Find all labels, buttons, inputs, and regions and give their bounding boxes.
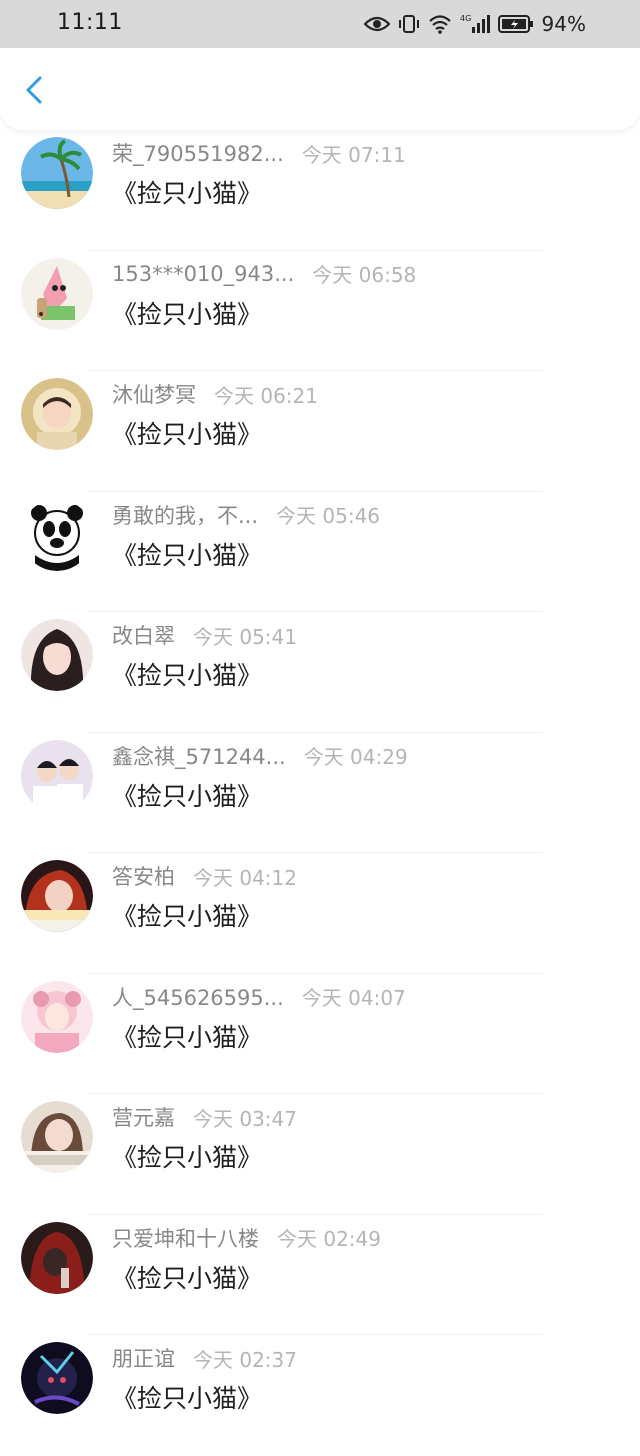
list-item[interactable]: 荣_790551982... 今天 07:11 《捡只小猫》 [0,130,640,251]
item-meta: 只爱坤和十八楼 今天 02:49 [112,1223,381,1253]
message-text: 《捡只小猫》 [112,540,263,570]
avatar[interactable] [21,1221,93,1294]
timestamp: 今天 03:47 [193,1106,297,1131]
avatar[interactable] [21,1342,93,1414]
item-meta: 营元嘉 今天 03:47 [112,1102,297,1132]
message-text: 《捡只小猫》 [112,1143,263,1172]
avatar[interactable] [21,619,93,691]
message-text: 《捡只小猫》 [112,299,263,329]
username[interactable]: 荣_790551982... [112,138,284,168]
item-meta: 沐仙梦冥 今天 06:21 [112,379,318,409]
avatar[interactable] [21,498,93,571]
item-meta: 人_545626595... 今天 04:07 [112,982,406,1012]
username[interactable]: 勇敢的我，不... [112,500,258,530]
username[interactable]: 答安柏 [112,861,175,891]
username[interactable]: 朋正谊 [112,1343,175,1373]
message-text: 《捡只小猫》 [112,1384,263,1413]
timestamp: 今天 02:49 [277,1227,381,1251]
svg-text:4G: 4G [460,14,471,23]
list-item[interactable]: 153***010_943... 今天 06:58 《捡只小猫》 [0,251,640,371]
timestamp: 今天 07:11 [301,142,406,167]
avatar[interactable] [21,137,93,209]
avatar[interactable] [21,739,93,812]
message-text: 《捡只小猫》 [112,661,263,690]
wifi-icon [428,14,452,34]
list-item[interactable]: 朋正谊 今天 02:37 《捡只小猫》 [0,1335,640,1456]
timestamp: 今天 05:41 [193,624,297,649]
item-meta: 朋正谊 今天 02:37 [112,1343,297,1373]
list-item[interactable]: 答安柏 今天 04:12 《捡只小猫》 [0,853,640,974]
cellular-signal-icon: 4G [460,13,490,35]
message-text: 《捡只小猫》 [112,420,263,449]
list-item[interactable]: 营元嘉 今天 03:47 《捡只小猫》 [0,1094,640,1215]
list-item[interactable]: 鑫念祺_571244... 今天 04:29 《捡只小猫》 [0,733,640,853]
eye-icon [363,15,390,33]
list-item[interactable]: 只爱坤和十八楼 今天 02:49 《捡只小猫》 [0,1215,640,1335]
message-text: 《捡只小猫》 [112,1022,263,1052]
item-meta: 荣_790551982... 今天 07:11 [112,138,406,168]
item-meta: 鑫念祺_571244... 今天 04:29 [112,741,408,771]
timestamp: 今天 05:46 [276,504,381,528]
back-button[interactable] [16,72,52,108]
message-text: 《捡只小猫》 [112,1263,263,1293]
avatar[interactable] [21,980,93,1053]
battery-percent: 94% [541,12,586,36]
item-meta: 答安柏 今天 04:12 [112,861,297,891]
username[interactable]: 人_545626595... [112,982,284,1012]
status-time: 11:11 [57,10,123,35]
status-icons: 4G 94% [363,10,586,38]
avatar[interactable] [21,378,93,450]
username[interactable]: 改白翠 [112,620,175,650]
timestamp: 今天 04:12 [193,865,297,890]
avatar[interactable] [21,860,93,932]
list-item[interactable]: 沐仙梦冥 今天 06:21 《捡只小猫》 [0,371,640,492]
message-text: 《捡只小猫》 [112,781,263,811]
battery-icon [497,14,534,34]
message-text: 《捡只小猫》 [112,902,263,931]
list-item[interactable]: 人_545626595... 今天 04:07 《捡只小猫》 [0,974,640,1094]
username[interactable]: 沐仙梦冥 [112,379,196,409]
username[interactable]: 只爱坤和十八楼 [112,1223,259,1253]
avatar[interactable] [21,1101,93,1173]
avatar[interactable] [21,257,93,330]
list-item[interactable]: 勇敢的我，不... 今天 05:46 《捡只小猫》 [0,492,640,612]
item-meta: 153***010_943... 今天 06:58 [112,259,416,289]
message-list: 荣_790551982... 今天 07:11 《捡只小猫》 153***010_94… [0,130,640,1456]
timestamp: 今天 06:58 [312,263,417,287]
status-bar: 11:11 4G 94% [0,0,640,48]
item-meta: 勇敢的我，不... 今天 05:46 [112,500,380,530]
vibrate-icon [398,13,420,35]
item-meta: 改白翠 今天 05:41 [112,620,297,650]
header [0,48,640,130]
chevron-left-icon [26,76,42,104]
message-text: 《捡只小猫》 [112,179,263,208]
list-item[interactable]: 改白翠 今天 05:41 《捡只小猫》 [0,612,640,733]
timestamp: 今天 04:29 [303,745,408,769]
timestamp: 今天 04:07 [301,986,406,1010]
username[interactable]: 鑫念祺_571244... [112,741,286,771]
timestamp: 今天 02:37 [193,1347,297,1372]
username[interactable]: 153***010_943... [112,262,294,286]
timestamp: 今天 06:21 [214,383,318,408]
username[interactable]: 营元嘉 [112,1102,175,1132]
